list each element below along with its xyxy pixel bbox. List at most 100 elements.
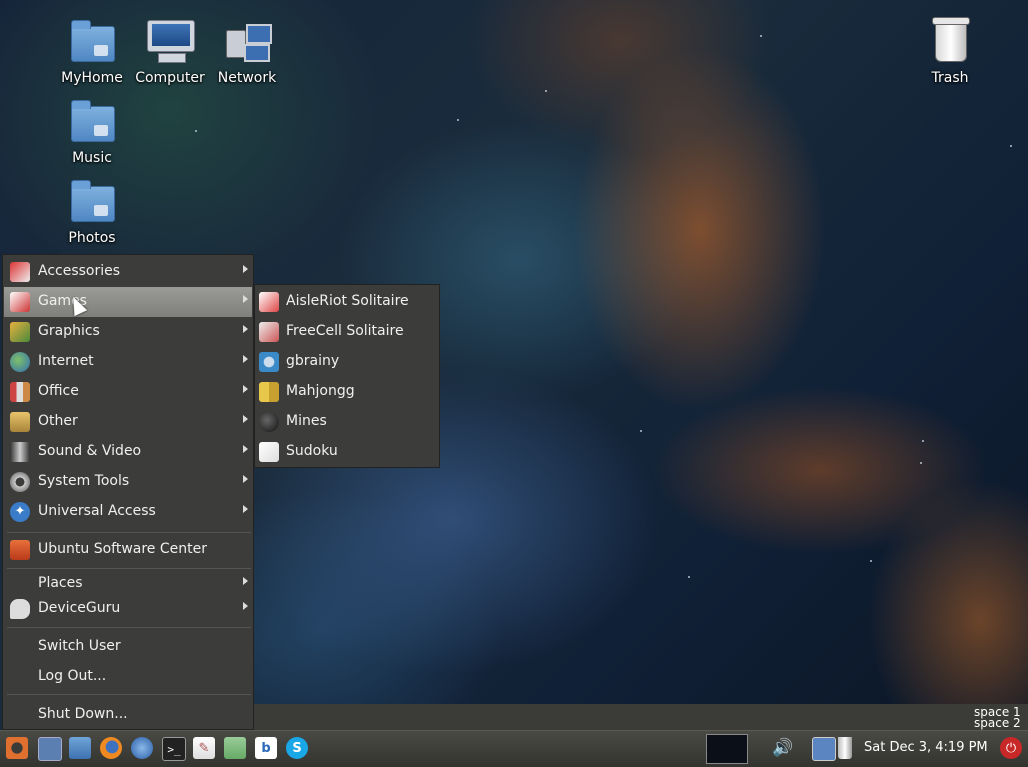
terminal-icon[interactable]: >_ bbox=[162, 737, 186, 761]
trash-icon bbox=[932, 17, 970, 62]
submenu-item-mines[interactable]: Mines bbox=[255, 407, 439, 437]
workspace-switcher[interactable]: space 1 space 2 bbox=[972, 705, 1026, 732]
menu-item-software-center[interactable]: Ubuntu Software Center bbox=[4, 535, 252, 565]
home-folder-icon[interactable] bbox=[69, 737, 91, 759]
network-status-icon[interactable] bbox=[812, 737, 836, 761]
cpu-monitor-graph[interactable] bbox=[706, 734, 748, 764]
submenu-item-label: Mines bbox=[286, 413, 327, 429]
start-menu-button[interactable] bbox=[6, 737, 28, 759]
submenu-item-aisleriot[interactable]: AisleRiot Solitaire bbox=[255, 287, 439, 317]
chevron-right-icon bbox=[243, 385, 248, 393]
chevron-right-icon bbox=[243, 505, 248, 513]
submenu-item-freecell[interactable]: FreeCell Solitaire bbox=[255, 317, 439, 347]
trash-icon[interactable] bbox=[838, 737, 852, 759]
menu-item-sound-video[interactable]: Sound & Video bbox=[4, 437, 252, 467]
desktop-icon-label: MyHome bbox=[61, 70, 123, 86]
calculator-icon[interactable] bbox=[224, 737, 246, 759]
chat-bubble-icon bbox=[10, 599, 30, 619]
clock[interactable]: Sat Dec 3, 4:19 PM bbox=[864, 740, 988, 755]
menu-item-graphics[interactable]: Graphics bbox=[4, 317, 252, 347]
menu-item-label: Shut Down... bbox=[38, 706, 128, 722]
star bbox=[920, 462, 922, 464]
menu-separator bbox=[7, 532, 251, 533]
mahjongg-icon bbox=[259, 382, 279, 402]
folder-icon bbox=[71, 100, 115, 142]
menu-item-office[interactable]: Office bbox=[4, 377, 252, 407]
bing-icon[interactable]: b bbox=[255, 737, 277, 759]
menu-item-label: Office bbox=[38, 383, 79, 399]
menu-item-label: Accessories bbox=[38, 263, 121, 279]
volume-icon[interactable]: 🔊 bbox=[772, 737, 794, 759]
internet-icon bbox=[10, 352, 30, 372]
submenu-item-label: AisleRiot Solitaire bbox=[286, 293, 409, 309]
desktop-icon-trash[interactable]: Trash bbox=[910, 17, 990, 86]
chevron-right-icon bbox=[243, 602, 248, 610]
office-icon bbox=[10, 382, 30, 402]
games-submenu: AisleRiot Solitaire FreeCell Solitaire g… bbox=[254, 284, 440, 468]
submenu-item-gbrainy[interactable]: gbrainy bbox=[255, 347, 439, 377]
skype-icon[interactable]: S bbox=[286, 737, 308, 759]
power-icon[interactable]: ⏻ bbox=[1000, 737, 1022, 759]
accessories-icon bbox=[10, 262, 30, 282]
home-folder-icon bbox=[71, 20, 115, 62]
star bbox=[760, 35, 762, 37]
software-center-icon bbox=[10, 540, 30, 560]
menu-item-deviceguru[interactable]: DeviceGuru bbox=[4, 594, 252, 624]
applications-menu: Accessories Games Graphics Internet Offi… bbox=[2, 254, 254, 730]
menu-item-switch-user[interactable]: Switch User bbox=[4, 632, 252, 662]
network-icon bbox=[222, 20, 272, 64]
desktop-icon-label: Music bbox=[72, 150, 112, 166]
star bbox=[640, 430, 642, 432]
menu-item-other[interactable]: Other bbox=[4, 407, 252, 437]
taskbar: >_ ✎ b S 🔊 Sat Dec 3, 4:19 PM ⏻ bbox=[0, 730, 1028, 767]
firefox-icon[interactable] bbox=[100, 737, 122, 759]
menu-item-internet[interactable]: Internet bbox=[4, 347, 252, 377]
desktop-icon-network[interactable]: Network bbox=[207, 20, 287, 86]
sound-video-icon bbox=[10, 442, 30, 462]
star bbox=[922, 440, 924, 442]
menu-item-system-tools[interactable]: System Tools bbox=[4, 467, 252, 497]
menu-item-accessories[interactable]: Accessories bbox=[4, 257, 252, 287]
desktop-icon-music[interactable]: Music bbox=[52, 100, 132, 166]
chevron-right-icon bbox=[243, 475, 248, 483]
menu-item-label: Universal Access bbox=[38, 503, 156, 519]
chevron-right-icon bbox=[243, 445, 248, 453]
menu-item-label: Switch User bbox=[38, 638, 121, 654]
menu-separator bbox=[7, 694, 251, 695]
menu-item-label: Ubuntu Software Center bbox=[38, 541, 207, 557]
submenu-item-label: FreeCell Solitaire bbox=[286, 323, 404, 339]
menu-item-shut-down[interactable]: Shut Down... bbox=[4, 700, 252, 730]
menu-item-log-out[interactable]: Log Out... bbox=[4, 662, 252, 692]
aisleriot-icon bbox=[259, 292, 279, 312]
thunderbird-icon[interactable] bbox=[131, 737, 153, 759]
chevron-right-icon bbox=[243, 325, 248, 333]
menu-item-label: Places bbox=[38, 575, 83, 591]
desktop-icon-computer[interactable]: Computer bbox=[130, 20, 210, 86]
star bbox=[688, 576, 690, 578]
submenu-item-label: gbrainy bbox=[286, 353, 340, 369]
desktop-icon-label: Network bbox=[217, 70, 277, 86]
menu-item-games[interactable]: Games bbox=[4, 287, 252, 317]
menu-separator bbox=[7, 627, 251, 628]
star bbox=[195, 130, 197, 132]
menu-item-label: Other bbox=[38, 413, 78, 429]
menu-item-label: Graphics bbox=[38, 323, 100, 339]
graphics-icon bbox=[10, 322, 30, 342]
workspace-2[interactable]: space 2 bbox=[972, 717, 1026, 729]
show-desktop-icon[interactable] bbox=[38, 737, 62, 761]
star bbox=[1010, 145, 1012, 147]
desktop-icon-photos[interactable]: Photos bbox=[52, 180, 132, 246]
menu-item-universal-access[interactable]: ✦ Universal Access bbox=[4, 497, 252, 527]
chevron-right-icon bbox=[243, 577, 248, 585]
submenu-item-mahjongg[interactable]: Mahjongg bbox=[255, 377, 439, 407]
gear-icon bbox=[10, 472, 30, 492]
desktop-icon-label: Photos bbox=[68, 230, 116, 246]
submenu-item-sudoku[interactable]: Sudoku bbox=[255, 437, 439, 467]
menu-item-label: DeviceGuru bbox=[38, 600, 121, 616]
desktop-icon-myhome[interactable]: MyHome bbox=[52, 20, 132, 86]
text-editor-icon[interactable]: ✎ bbox=[193, 737, 215, 759]
desktop-icon-label: Computer bbox=[135, 70, 205, 86]
menu-item-label: Sound & Video bbox=[38, 443, 142, 459]
star bbox=[870, 560, 872, 562]
menu-item-label: Log Out... bbox=[38, 668, 107, 684]
